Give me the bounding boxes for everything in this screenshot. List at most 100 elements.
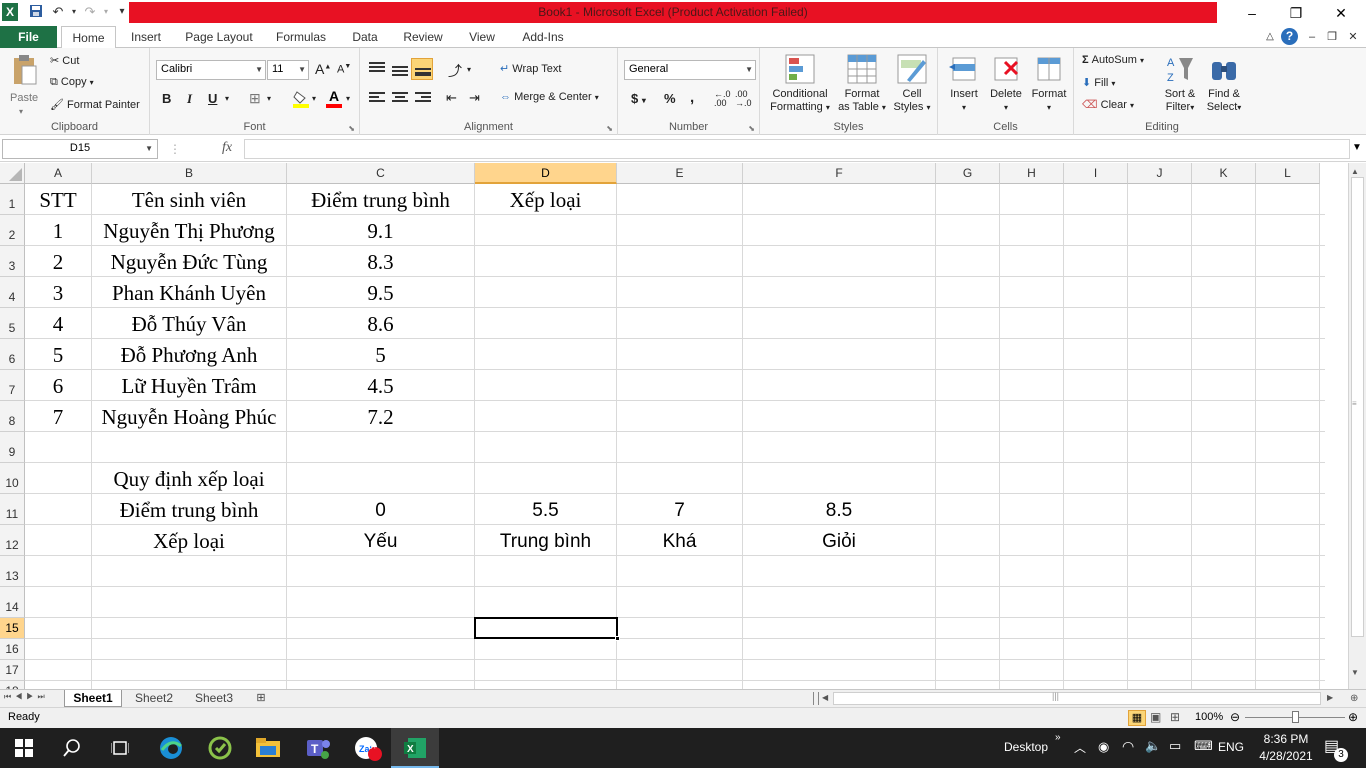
decrease-indent-icon[interactable]: ⇤ — [446, 90, 457, 106]
align-bottom-button[interactable] — [411, 58, 433, 80]
scroll-left-icon[interactable]: ◀ — [822, 693, 828, 702]
name-box[interactable]: D15 ▼ — [2, 139, 158, 159]
underline-dropdown-icon[interactable]: ▾ — [225, 94, 229, 103]
format-as-table-button[interactable]: Format as Table ▾ — [836, 52, 888, 118]
clock-time[interactable]: 8:36 PM — [1259, 732, 1313, 746]
column-header-g[interactable]: G — [936, 163, 1000, 184]
borders-dropdown-icon[interactable]: ▾ — [267, 94, 271, 103]
edge-icon[interactable] — [147, 728, 195, 768]
orientation-icon[interactable]: ⤴ — [448, 61, 462, 81]
toolbar-chevron-icon[interactable]: » — [1055, 732, 1061, 743]
cell-a4[interactable]: 3 — [25, 277, 91, 308]
cell-c7[interactable]: 4.5 — [287, 370, 474, 401]
workbook-minimize-icon[interactable]: – — [1304, 29, 1320, 45]
fill-handle[interactable] — [615, 636, 620, 641]
page-break-view-icon[interactable]: ⊞ — [1170, 710, 1180, 724]
row-header-4[interactable]: 4 — [0, 277, 25, 308]
cell-b8[interactable]: Nguyễn Hoàng Phúc — [92, 401, 286, 432]
fill-color-icon[interactable] — [293, 90, 311, 108]
green-app-icon[interactable] — [196, 728, 244, 768]
column-header-l[interactable]: L — [1256, 163, 1320, 184]
cell-b5[interactable]: Đỗ Thúy Vân — [92, 308, 286, 339]
cut-button[interactable]: ✂ Cut — [50, 54, 79, 67]
clear-button[interactable]: ⌫ Clear ▾ — [1082, 98, 1134, 111]
number-format-select[interactable]: General ▼ — [624, 60, 756, 80]
cell-d12[interactable]: Trung bình — [475, 525, 616, 556]
cell-b3[interactable]: Nguyễn Đức Tùng — [92, 246, 286, 277]
tab-review[interactable]: Review — [396, 26, 450, 48]
cell-a3[interactable]: 2 — [25, 246, 91, 277]
undo-icon[interactable]: ↶ — [50, 4, 66, 20]
cell-styles-button[interactable]: Cell Styles ▾ — [890, 52, 934, 118]
row-header-7[interactable]: 7 — [0, 370, 25, 401]
volume-icon[interactable]: 🔈 — [1145, 738, 1161, 754]
row-header-5[interactable]: 5 — [0, 308, 25, 339]
column-header-f[interactable]: F — [743, 163, 936, 184]
tab-file[interactable]: File — [0, 26, 57, 48]
desktop-toolbar-label[interactable]: Desktop — [1004, 740, 1048, 754]
fill-button[interactable]: ⬇ Fill ▾ — [1082, 76, 1115, 89]
fill-color-dropdown-icon[interactable]: ▾ — [312, 94, 316, 103]
font-color-dropdown-icon[interactable]: ▾ — [346, 94, 350, 103]
workbook-close-icon[interactable]: ✕ — [1345, 29, 1361, 45]
sheet-tab-sheet2[interactable]: Sheet2 — [126, 690, 182, 707]
workbook-restore-icon[interactable]: ❐ — [1324, 29, 1340, 45]
cell-d1[interactable]: Xếp loại — [475, 184, 616, 215]
column-header-i[interactable]: I — [1064, 163, 1128, 184]
zoom-slider-thumb[interactable] — [1292, 711, 1299, 723]
underline-button[interactable]: U — [208, 91, 217, 106]
formula-bar-splitter[interactable]: ⋮ — [168, 139, 182, 159]
grow-font-button[interactable]: A▲ — [315, 61, 331, 77]
cell-c1[interactable]: Điểm trung bình — [287, 184, 474, 215]
row-header-10[interactable]: 10 — [0, 463, 25, 494]
teams-icon[interactable]: T — [294, 728, 342, 768]
sheet-nav-icons[interactable]: ⏮◀▶⏭ — [4, 692, 49, 702]
meet-now-icon[interactable]: ◉ — [1098, 739, 1109, 755]
row-header-14[interactable]: 14 — [0, 587, 25, 618]
sheet-tab-sheet1[interactable]: Sheet1 — [64, 690, 122, 707]
comma-button[interactable]: , — [690, 89, 694, 106]
format-cells-button[interactable]: Format ▾ — [1028, 52, 1070, 118]
tab-view[interactable]: View — [460, 26, 504, 48]
cell-c12[interactable]: Yếu — [287, 525, 474, 556]
cell-c2[interactable]: 9.1 — [287, 215, 474, 246]
row-header-12[interactable]: 12 — [0, 525, 25, 556]
column-header-h[interactable]: H — [1000, 163, 1064, 184]
cell-b11[interactable]: Điểm trung bình — [92, 494, 286, 525]
cell-a2[interactable]: 1 — [25, 215, 91, 246]
input-language[interactable]: ENG — [1218, 740, 1244, 754]
cell-c11[interactable]: 0 — [287, 494, 474, 525]
row-header-9[interactable]: 9 — [0, 432, 25, 463]
column-header-d[interactable]: D — [475, 163, 617, 184]
cell-a7[interactable]: 6 — [25, 370, 91, 401]
row-header-13[interactable]: 13 — [0, 556, 25, 587]
row-header-3[interactable]: 3 — [0, 246, 25, 277]
row-header-16[interactable]: 16 — [0, 639, 25, 660]
file-explorer-icon[interactable] — [244, 728, 292, 768]
vertical-scrollbar[interactable]: ▲ ≡ ▼ — [1348, 163, 1366, 690]
tab-data[interactable]: Data — [343, 26, 387, 48]
tab-split-handle[interactable] — [813, 692, 819, 705]
copy-button[interactable]: ⧉ Copy ▾ — [50, 76, 94, 89]
row-header-2[interactable]: 2 — [0, 215, 25, 246]
language-bar-icon[interactable]: ⌨ — [1194, 738, 1213, 754]
cell-f11[interactable]: 8.5 — [743, 494, 935, 525]
increase-decimal-icon[interactable]: ←.0.00 — [714, 90, 731, 108]
cell-c8[interactable]: 7.2 — [287, 401, 474, 432]
tab-home[interactable]: Home — [61, 26, 116, 49]
zoom-out-icon[interactable]: ⊖ — [1230, 710, 1240, 724]
help-icon[interactable]: ? — [1281, 28, 1298, 45]
italic-button[interactable]: I — [187, 91, 192, 107]
borders-icon[interactable]: ⊞ — [249, 90, 261, 107]
decrease-decimal-icon[interactable]: .00 →.0 — [735, 90, 752, 108]
sheet-tab-sheet3[interactable]: Sheet3 — [186, 690, 242, 707]
expand-formula-bar-icon[interactable]: ▼ — [1352, 142, 1362, 153]
orientation-dropdown-icon[interactable]: ▾ — [467, 65, 471, 74]
insert-function-icon[interactable]: fx — [222, 140, 232, 156]
battery-icon[interactable]: ▭ — [1169, 738, 1181, 754]
alignment-launcher-icon[interactable]: ⬊ — [606, 124, 613, 133]
wrap-text-button[interactable]: ↵ Wrap Text — [500, 62, 561, 75]
cell-b1[interactable]: Tên sinh viên — [92, 184, 286, 215]
scroll-down-icon[interactable]: ▼ — [1351, 668, 1359, 677]
cell-a6[interactable]: 5 — [25, 339, 91, 370]
